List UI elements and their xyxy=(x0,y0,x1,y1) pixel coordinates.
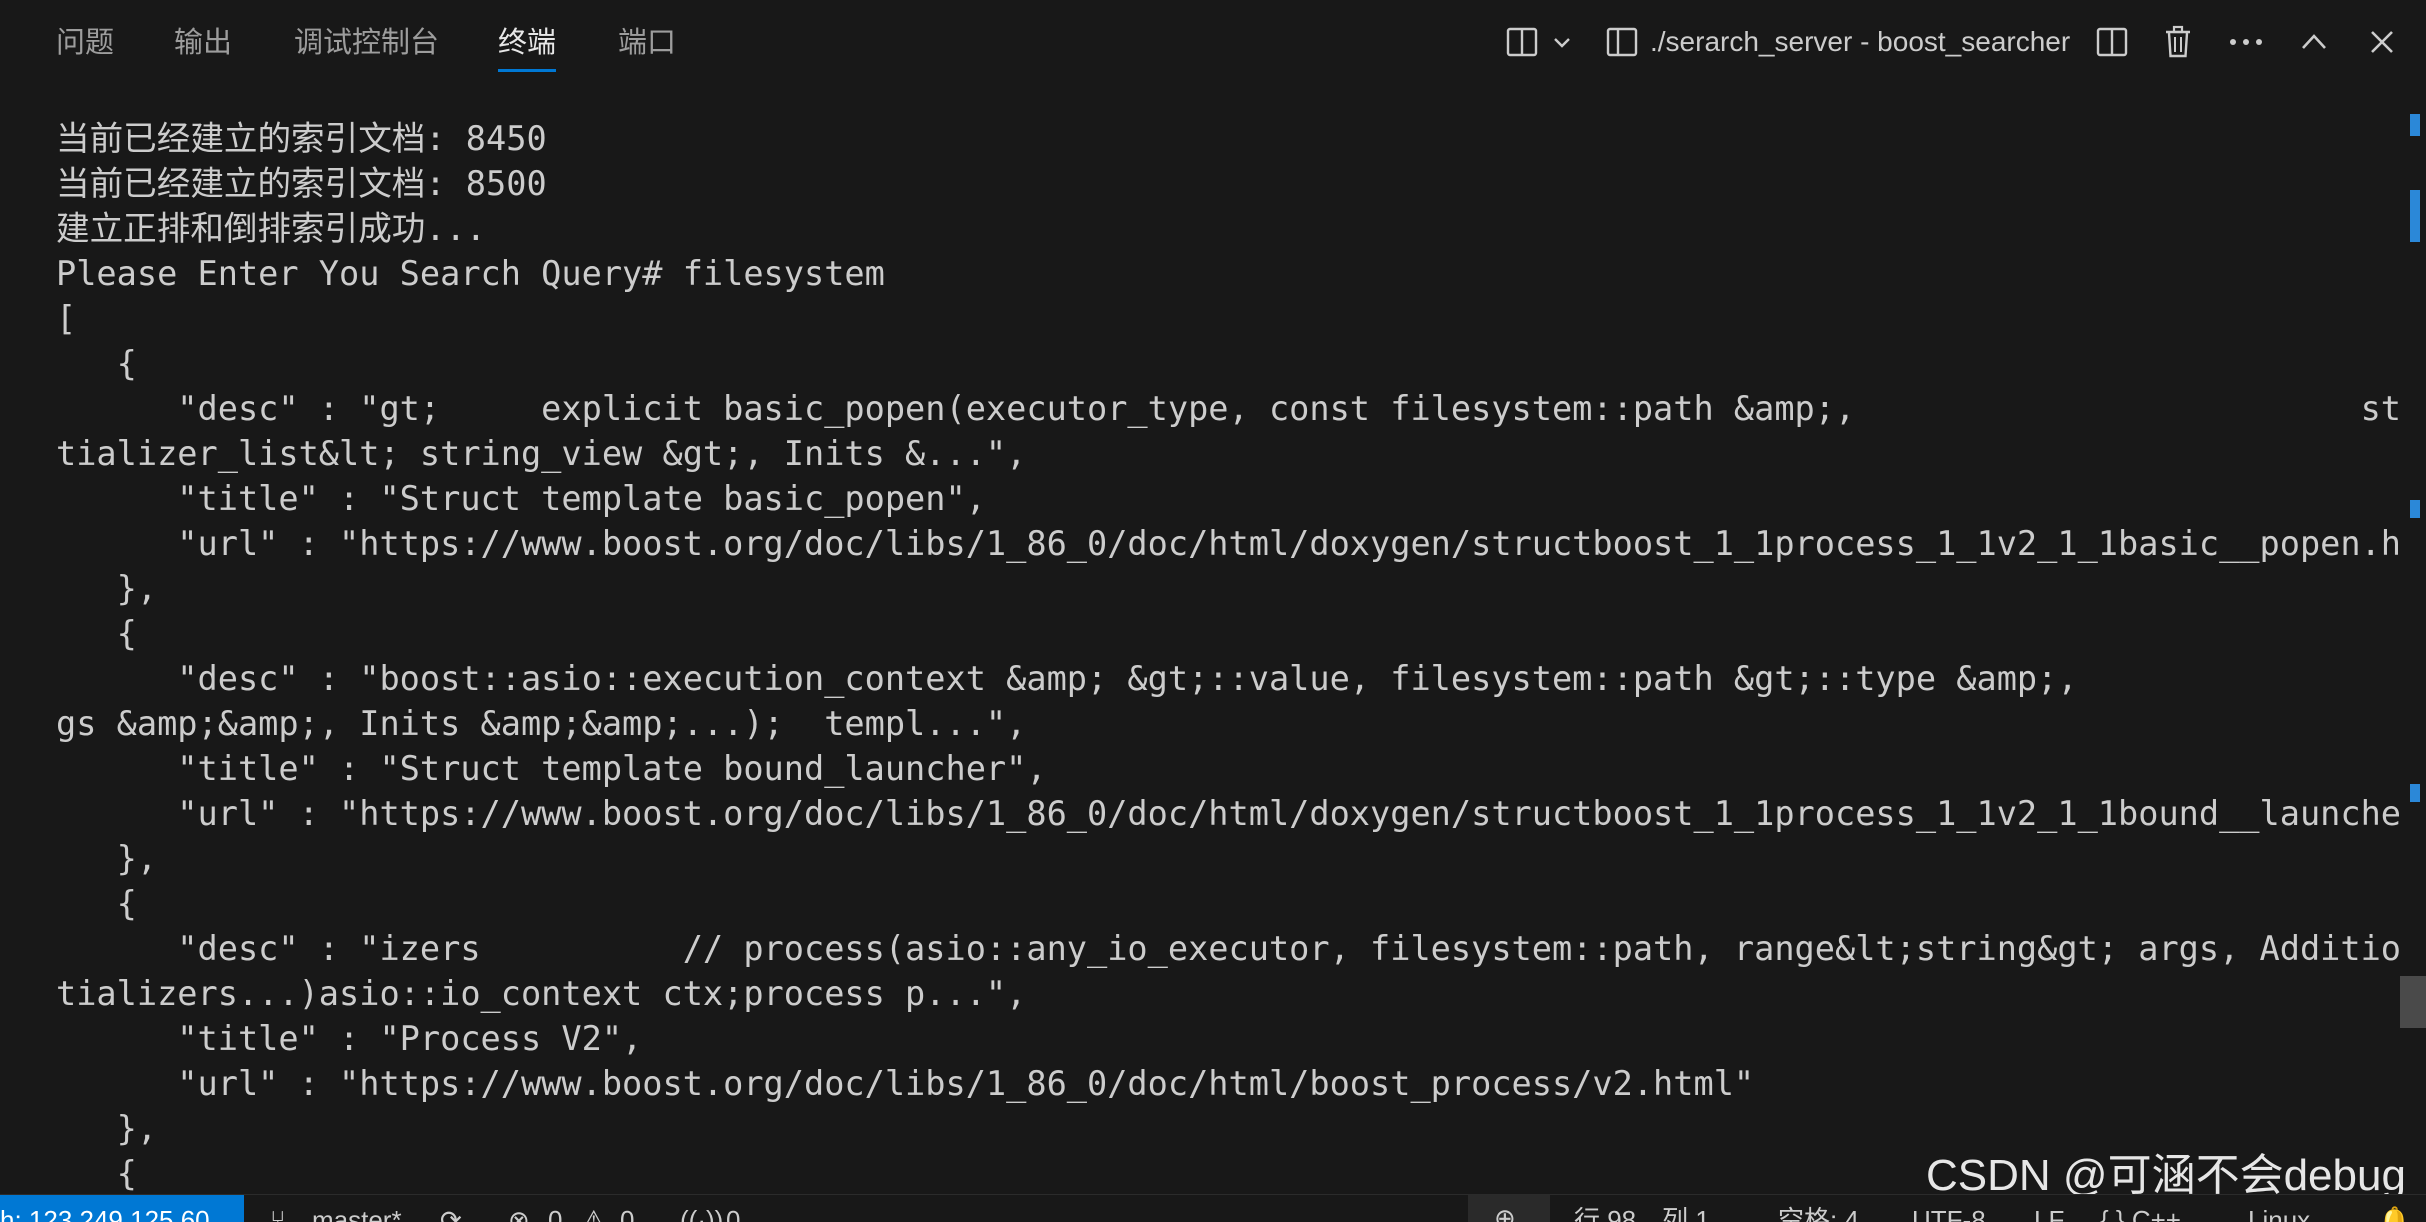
terminal-line: { xyxy=(56,614,137,653)
chevron-down-icon[interactable] xyxy=(1540,20,1584,64)
terminal-line: gs &amp;&amp;, Inits &amp;&amp;...); tem… xyxy=(56,704,1027,743)
scroll-marker xyxy=(2410,114,2420,136)
terminal-line: }, xyxy=(56,839,158,878)
split-layout-icon[interactable] xyxy=(1500,20,1544,64)
encoding[interactable]: UTF-8 xyxy=(1912,1205,1986,1222)
tab-terminal[interactable]: 终端 xyxy=(498,22,557,72)
terminal-line: "url" : "https://www.boost.org/doc/libs/… xyxy=(56,1064,1755,1103)
bell-icon[interactable]: 🔔 xyxy=(2378,1205,2410,1222)
tab-problems[interactable]: 问题 xyxy=(56,22,114,66)
terminal-line: "title" : "Process V2", xyxy=(56,1019,643,1058)
trash-icon[interactable] xyxy=(2156,20,2200,64)
scrollbar-thumb[interactable] xyxy=(2400,976,2426,1028)
sync-icon[interactable]: ⟳ xyxy=(440,1205,462,1222)
zoom-icon: ⊕ xyxy=(1494,1203,1516,1222)
terminal-line: "title" : "Struct template basic_popen", xyxy=(56,479,986,518)
language-mode[interactable]: { } C++ xyxy=(2100,1205,2181,1222)
terminal-line: "desc" : "gt; explicit basic_popen(execu… xyxy=(56,389,2400,428)
terminal-line: }, xyxy=(56,1109,158,1148)
ports-icon: ((·)) xyxy=(680,1205,724,1222)
terminal-line: "desc" : "boost::asio::execution_context… xyxy=(56,659,2400,698)
terminal-line: "title" : "Struct template bound_launche… xyxy=(56,749,1047,788)
terminal-icon xyxy=(1600,20,1644,64)
terminal-line: "desc" : "izers // process(asio::any_io_… xyxy=(56,929,2400,968)
remote-host: h: 123.249.125.60 xyxy=(0,1205,210,1222)
branch-icon: ⑂ xyxy=(270,1205,286,1222)
branch-name[interactable]: master* xyxy=(312,1205,402,1222)
error-count[interactable]: 0 xyxy=(548,1205,562,1222)
warning-count[interactable]: 0 xyxy=(620,1205,634,1222)
close-icon[interactable] xyxy=(2360,20,2404,64)
scroll-marker xyxy=(2410,784,2420,802)
remote-indicator[interactable]: h: 123.249.125.60 xyxy=(0,1195,244,1222)
terminal-line: "url" : "https://www.boost.org/doc/libs/… xyxy=(56,794,2400,833)
zoom-button[interactable]: ⊕ xyxy=(1468,1195,1550,1222)
terminal-line: { xyxy=(56,884,137,923)
panel-header: 问题 输出 调试控制台 终端 端口 ./serarch_server - boo… xyxy=(0,0,2426,84)
terminal-line: tializer_list&lt; string_view &gt;, Init… xyxy=(56,434,1027,473)
more-icon[interactable] xyxy=(2224,20,2268,64)
ports-count[interactable]: 0 xyxy=(726,1205,740,1222)
terminal-line: { xyxy=(56,344,137,383)
status-bar: h: 123.249.125.60 ⑂ master* ⟳ ⊗ 0 ⚠ 0 ((… xyxy=(0,1194,2426,1222)
line-col[interactable]: 行 98，列 1 xyxy=(1574,1205,1710,1222)
terminal-line: 当前已经建立的索引文档: 8450 xyxy=(56,119,547,158)
tab-output[interactable]: 输出 xyxy=(174,22,232,66)
tab-ports[interactable]: 端口 xyxy=(618,22,676,66)
indentation[interactable]: 空格: 4 xyxy=(1778,1205,1859,1222)
terminal-line: 当前已经建立的索引文档: 8500 xyxy=(56,164,547,203)
scroll-marker xyxy=(2410,500,2420,518)
terminal-line: 建立正排和倒排索引成功... xyxy=(56,209,487,248)
chevron-up-icon[interactable] xyxy=(2292,20,2336,64)
terminal-title[interactable]: ./serarch_server - boost_searcher xyxy=(1650,22,2070,62)
terminal-line: [ xyxy=(56,299,77,338)
error-icon: ⊗ xyxy=(508,1205,530,1222)
terminal-line: { xyxy=(56,1154,137,1193)
scroll-marker xyxy=(2410,190,2420,242)
platform[interactable]: Linux xyxy=(2248,1205,2310,1222)
tab-debug-console[interactable]: 调试控制台 xyxy=(294,22,439,66)
warning-icon: ⚠ xyxy=(582,1205,606,1222)
terminal-scrollbar[interactable] xyxy=(2400,84,2426,1194)
terminal-line: "url" : "https://www.boost.org/doc/libs/… xyxy=(56,524,2400,563)
split-terminal-icon[interactable] xyxy=(2090,20,2134,64)
terminal-line: tializers...)asio::io_context ctx;proces… xyxy=(56,974,1027,1013)
terminal-line: Please Enter You Search Query# filesyste… xyxy=(56,254,885,293)
terminal-output[interactable]: 当前已经建立的索引文档: 8450 当前已经建立的索引文档: 8500 建立正排… xyxy=(0,84,2400,1194)
eol[interactable]: LF xyxy=(2034,1205,2064,1222)
terminal-line: }, xyxy=(56,569,158,608)
